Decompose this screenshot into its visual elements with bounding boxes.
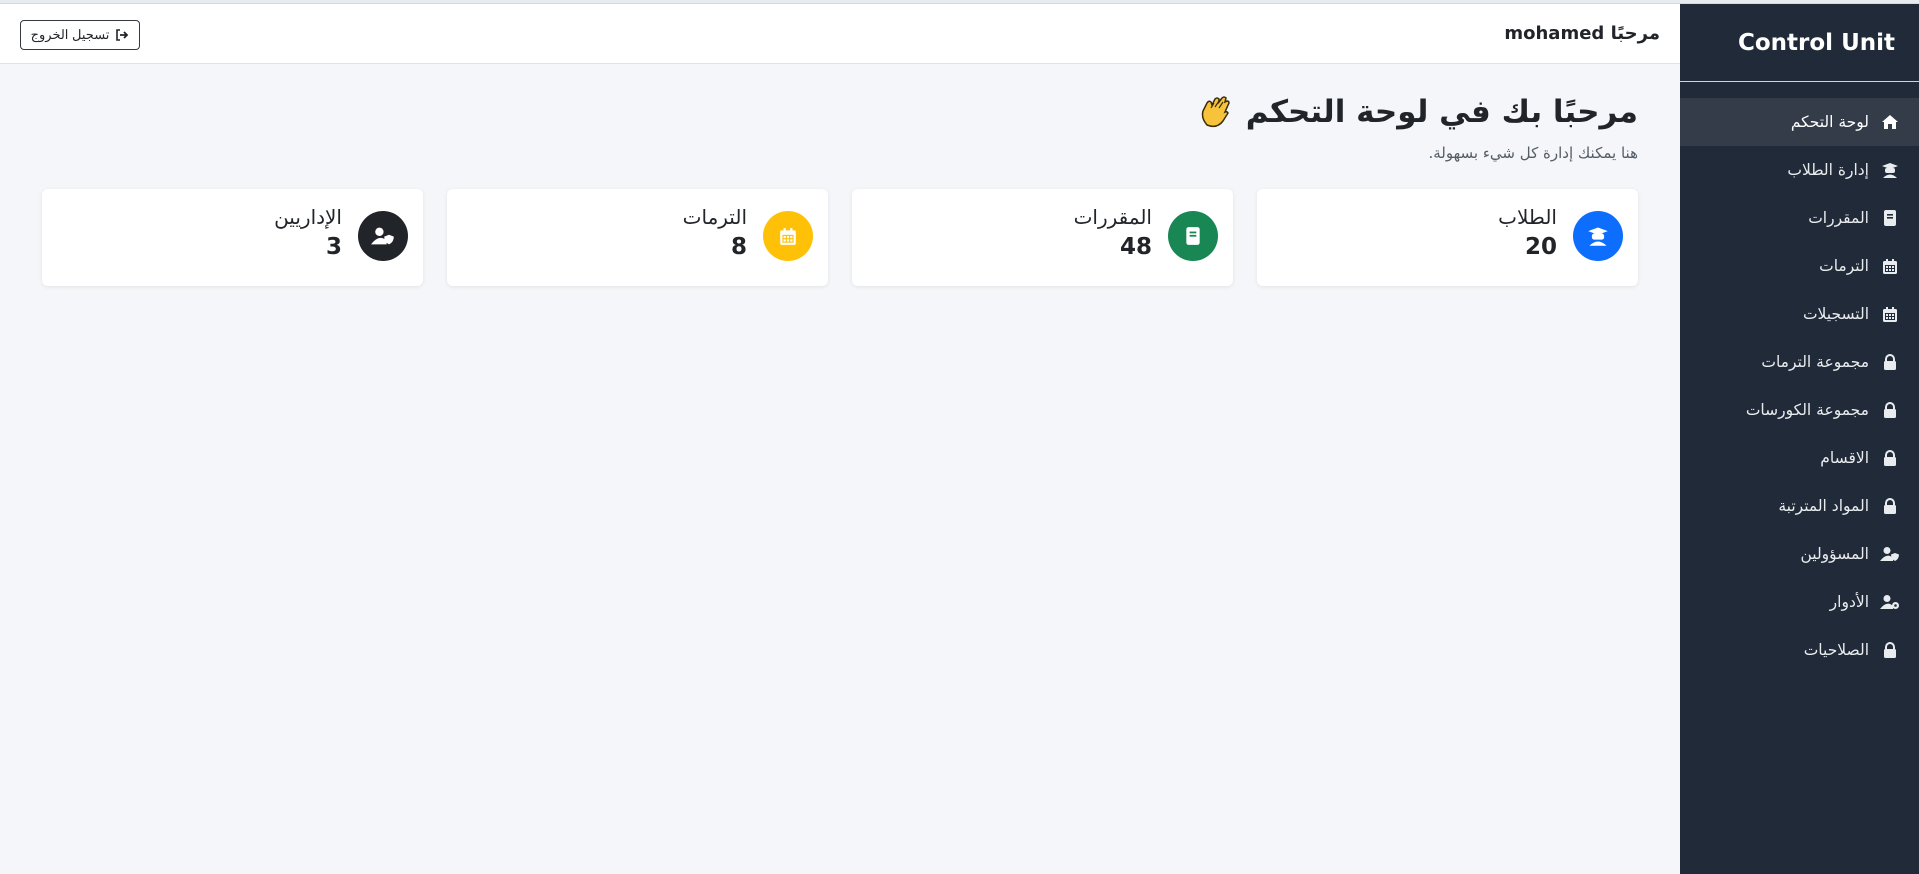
sidebar-item-departments[interactable]: الاقسام [1680,434,1919,482]
graduate-icon [1573,211,1623,261]
sidebar-item-term-groups[interactable]: مجموعة الترمات [1680,338,1919,386]
logout-label: تسجيل الخروج [30,27,110,42]
main-content: مرحبًا بك في لوحة التحكم هنا يمكنك إدارة… [0,64,1680,874]
lock-icon [1879,447,1901,469]
stat-card-title: الإداريين [274,205,342,229]
sidebar-item-terms[interactable]: الترمات [1680,242,1919,290]
calendar-icon [1879,303,1901,325]
stat-card-courses[interactable]: المقررات 48 [852,189,1233,286]
logout-button[interactable]: تسجيل الخروج [20,20,140,50]
sidebar-item-registrations[interactable]: التسجيلات [1680,290,1919,338]
calendar-icon [763,211,813,261]
stat-card-students[interactable]: الطلاب 20 [1257,189,1638,286]
stat-card-value: 3 [325,234,342,260]
stat-card-title: المقررات [1073,205,1152,229]
sign-out-icon [115,29,129,41]
stat-card-title: الطلاب [1498,205,1557,229]
book-icon [1879,207,1901,229]
sidebar-item-dashboard[interactable]: لوحة التحكم [1680,98,1919,146]
user-shield-icon [1879,543,1901,565]
graduate-icon [1879,159,1901,181]
user-shield-icon [358,211,408,261]
sidebar-item-admins[interactable]: المسؤولين [1680,530,1919,578]
sidebar-item-course-groups[interactable]: مجموعة الكورسات [1680,386,1919,434]
lock-icon [1879,351,1901,373]
sidebar-item-roles[interactable]: الأدوار [1680,578,1919,626]
sidebar-menu: لوحة التحكم إدارة الطلاب المقررات الترما… [1680,98,1919,674]
sidebar-item-students[interactable]: إدارة الطلاب [1680,146,1919,194]
sidebar-item-courses[interactable]: المقررات [1680,194,1919,242]
stat-card-value: 8 [730,234,747,260]
lock-icon [1879,639,1901,661]
calendar-icon [1879,255,1901,277]
book-icon [1168,211,1218,261]
user-gear-icon [1879,591,1901,613]
page-title: مرحبًا بك في لوحة التحكم [1245,94,1638,130]
home-icon [1879,111,1901,133]
user-greeting: مرحبًا mohamed [1504,23,1660,44]
stats-cards: الطلاب 20 المقررات 48 الترمات 8 الإداريي… [42,189,1638,286]
stat-card-terms[interactable]: الترمات 8 [447,189,828,286]
sidebar-item-permissions[interactable]: الصلاحيات [1680,626,1919,674]
brand-title: Control Unit [1680,4,1919,82]
stat-card-value: 20 [1524,234,1557,260]
stat-card-admins[interactable]: الإداريين 3 [42,189,423,286]
lock-icon [1879,495,1901,517]
lock-icon [1879,399,1901,421]
stat-card-value: 48 [1119,234,1152,260]
welcome-heading: مرحبًا بك في لوحة التحكم [1198,94,1638,130]
stat-card-title: الترمات [682,205,747,229]
page-subtitle: هنا يمكنك إدارة كل شيء بسهولة. [1428,144,1639,162]
sidebar: Control Unit لوحة التحكم إدارة الطلاب ال… [1680,4,1919,874]
sidebar-item-prerequisites[interactable]: المواد المترتبة [1680,482,1919,530]
top-header: مرحبًا mohamed تسجيل الخروج [0,4,1680,64]
waving-hand-icon [1198,94,1234,130]
